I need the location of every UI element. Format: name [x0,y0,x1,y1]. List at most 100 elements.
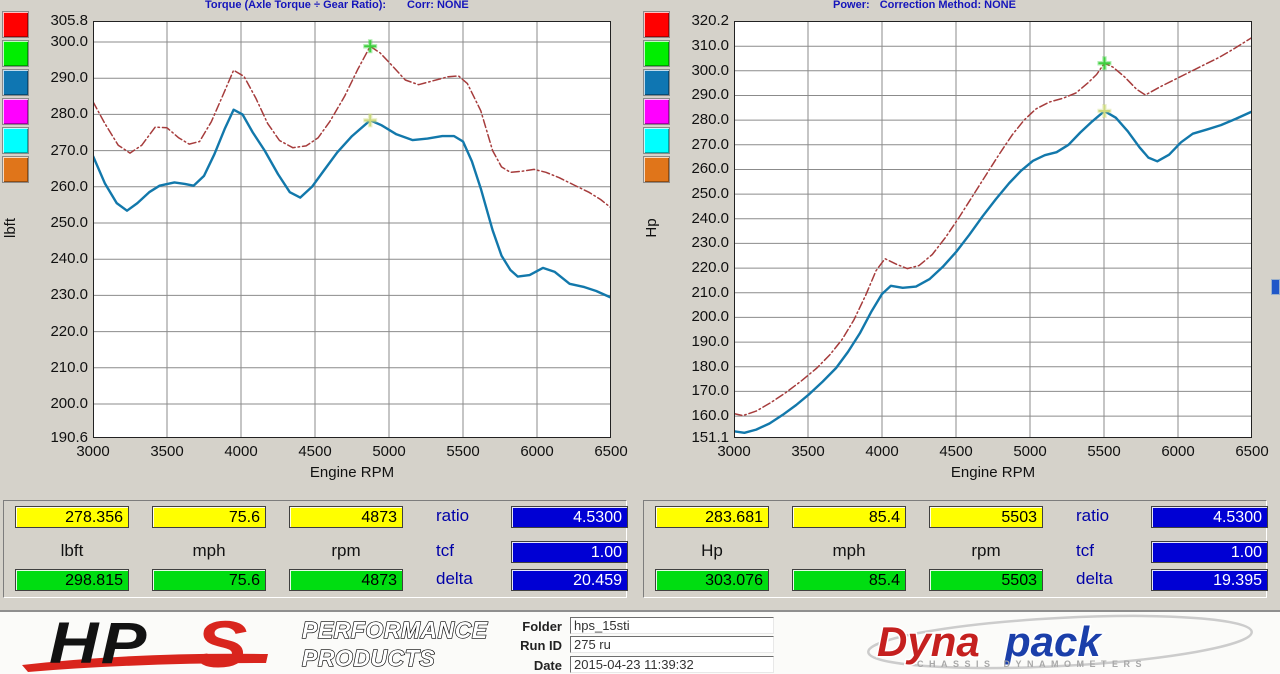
torque-chart-header: Torque (Axle Torque ÷ Gear Ratio): Corr: … [205,0,469,12]
power-correction-label: Correction Method: NONE [880,0,1016,11]
y-tick-label: 190.0 [663,334,729,350]
delta-value: 19.395 [1151,569,1268,591]
y-axis-tick-labels: 305.8300.0290.0280.0270.0260.0250.0240.0… [22,0,88,500]
y-tick-label: 160.0 [663,408,729,424]
power-plot-area [734,21,1252,438]
series-current-run-power [734,111,1252,433]
y-tick-label: 270.0 [663,137,729,153]
hps-letter-red: S [195,614,247,674]
folder-label: Folder [502,619,562,634]
x-tick-label: 4000 [209,443,273,460]
reference-rpm-value: 5503 [929,569,1043,591]
current-torque-value: 278.356 [15,506,129,528]
tcf-label: tcf [436,541,454,561]
x-tick-label: 3500 [135,443,199,460]
y-tick-label: 250.0 [663,186,729,202]
y-tick-label: 280.0 [663,112,729,128]
y-tick-label: 260.0 [22,179,88,195]
torque-chart-panel: Torque (Axle Torque ÷ Gear Ratio): Corr: … [0,0,639,500]
y-tick-label: 290.0 [663,87,729,103]
x-tick-label: 5500 [431,443,495,460]
y-tick-label: 310.0 [663,38,729,54]
plot-border [735,22,1252,438]
folder-input[interactable]: hps_15sti [570,617,774,634]
footer-bar: HP S PERFORMANCE PRODUCTS Folder hps_15s… [0,610,1280,674]
dynapack-tagline: CHASSIS DYNAMOMETERS [917,659,1147,669]
current-speed-value: 75.6 [152,506,266,528]
y-tick-label: 320.2 [663,13,729,29]
x-tick-label: 4500 [924,443,988,460]
plot-border [94,22,611,438]
x-tick-label: 5500 [1072,443,1136,460]
x-tick-label: 6000 [1146,443,1210,460]
ratio-value: 4.5300 [511,506,628,528]
y-tick-label: 280.0 [22,106,88,122]
hps-performance-logo: HP S PERFORMANCE PRODUCTS [16,614,496,674]
hps-tagline-line2: PRODUCTS [302,645,435,671]
tcf-value: 1.00 [511,541,628,563]
speed-unit-label: mph [152,541,266,561]
y-tick-label: 240.0 [663,211,729,227]
dynapack-word-dyna: Dyna [877,618,980,665]
x-tick-label: 6500 [579,443,643,460]
x-tick-label: 5000 [998,443,1062,460]
y-tick-label: 300.0 [22,34,88,50]
x-axis-title: Engine RPM [734,464,1252,481]
run-id-label: Run ID [502,638,562,653]
x-tick-label: 6500 [1220,443,1280,460]
delta-value: 20.459 [511,569,628,591]
power-chart-title: Power: [833,0,870,11]
x-axis-title: Engine RPM [93,464,611,481]
y-tick-label: 260.0 [663,161,729,177]
power-chart-panel: Power: Correction Method: NONE 320.2 310.0… [641,0,1280,500]
hps-tagline-line1: PERFORMANCE [302,617,488,643]
power-readout-panel: 283.681 85.4 5503 Hp mph rpm 303.076 85.… [643,500,1267,598]
y-tick-label: 210.0 [22,360,88,376]
y-tick-label: 290.0 [22,70,88,86]
y-tick-label: 240.0 [22,251,88,267]
x-tick-label: 4500 [283,443,347,460]
current-rpm-value: 4873 [289,506,403,528]
x-tick-label: 3000 [702,443,766,460]
y-tick-label: 270.0 [22,143,88,159]
ratio-label: ratio [436,506,469,526]
x-tick-label: 4000 [850,443,914,460]
current-power-value: 283.681 [655,506,769,528]
x-tick-label: 3500 [776,443,840,460]
torque-correction-label: Corr: NONE [407,0,469,11]
torque-readout-panel: 278.356 75.6 4873 lbft mph rpm 298.815 7… [3,500,627,598]
y-tick-label: 230.0 [22,287,88,303]
reference-power-value: 303.076 [655,569,769,591]
y-tick-label: 300.0 [663,63,729,79]
torque-unit-label: lbft [15,541,129,561]
y-axis-tick-labels: 320.2 310.0 300.0 290.0 280.0 270.0 260.0 250.0… [663,0,729,500]
y-tick-label: 230.0 [663,235,729,251]
x-tick-label: 6000 [505,443,569,460]
date-label: Date [502,658,562,673]
run-id-input[interactable]: 275 ru [570,636,774,653]
rpm-unit-label: rpm [929,541,1043,561]
speed-unit-label: mph [792,541,906,561]
delta-label: delta [1076,569,1113,589]
reference-torque-value: 298.815 [15,569,129,591]
dynapack-logo: Dyna pack CHASSIS DYNAMOMETERS [855,614,1270,672]
dynapack-word-pack: pack [1004,618,1103,665]
y-tick-label: 220.0 [663,260,729,276]
tcf-label: tcf [1076,541,1094,561]
y-axis-title: lbft [2,193,18,263]
x-axis-tick-labels: 30003500400045005000550060006500 [734,443,1252,461]
reference-speed-value: 75.6 [152,569,266,591]
rpm-unit-label: rpm [289,541,403,561]
date-input[interactable]: 2015-04-23 11:39:32 [570,656,774,673]
current-rpm-value: 5503 [929,506,1043,528]
delta-label: delta [436,569,473,589]
current-speed-value: 85.4 [792,506,906,528]
y-axis-title: Hp [643,193,659,263]
power-chart-header: Power: Correction Method: NONE [833,0,1016,12]
reference-speed-value: 85.4 [792,569,906,591]
y-tick-label: 250.0 [22,215,88,231]
torque-chart-title: Torque (Axle Torque ÷ Gear Ratio): [205,0,386,11]
y-tick-label: 170.0 [663,383,729,399]
y-tick-label: 200.0 [663,309,729,325]
ratio-label: ratio [1076,506,1109,526]
